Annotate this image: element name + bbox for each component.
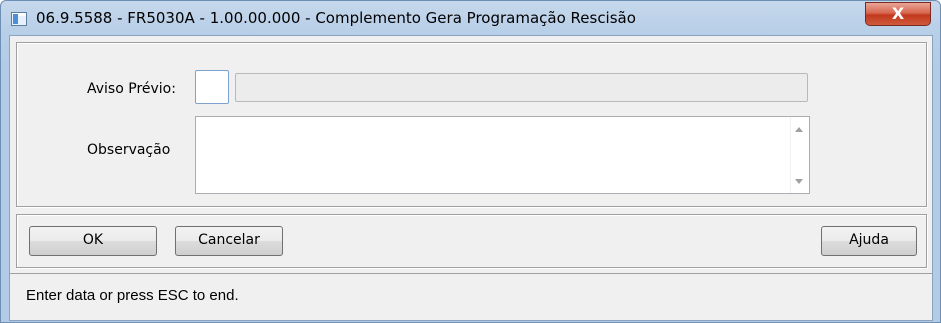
aviso-previo-input[interactable] (195, 70, 229, 104)
help-button[interactable]: Ajuda (821, 226, 917, 256)
close-button[interactable]: X (865, 2, 931, 26)
ok-button[interactable]: OK (29, 226, 157, 256)
observacao-scrollbar[interactable] (790, 117, 809, 193)
title-bar[interactable]: 06.9.5588 - FR5030A - 1.00.00.000 - Comp… (1, 1, 940, 35)
cancel-button[interactable]: Cancelar (175, 226, 283, 256)
window-app-icon (11, 12, 27, 26)
scroll-down-arrow-icon[interactable] (795, 179, 803, 184)
status-bar: Enter data or press ESC to end. (10, 273, 932, 320)
close-icon: X (891, 4, 905, 23)
dialog-window: 06.9.5588 - FR5030A - 1.00.00.000 - Comp… (0, 0, 941, 323)
scroll-up-arrow-icon[interactable] (795, 127, 803, 132)
status-message: Enter data or press ESC to end. (26, 287, 239, 304)
observacao-label: Observação (87, 142, 171, 158)
window-title: 06.9.5588 - FR5030A - 1.00.00.000 - Comp… (36, 9, 636, 27)
dialog-client-area: Aviso Prévio: Observação OK Cancelar Aju… (9, 35, 933, 321)
aviso-previo-description-field (235, 73, 808, 102)
observacao-textarea[interactable] (195, 116, 810, 194)
aviso-previo-label: Aviso Prévio: (87, 81, 176, 97)
